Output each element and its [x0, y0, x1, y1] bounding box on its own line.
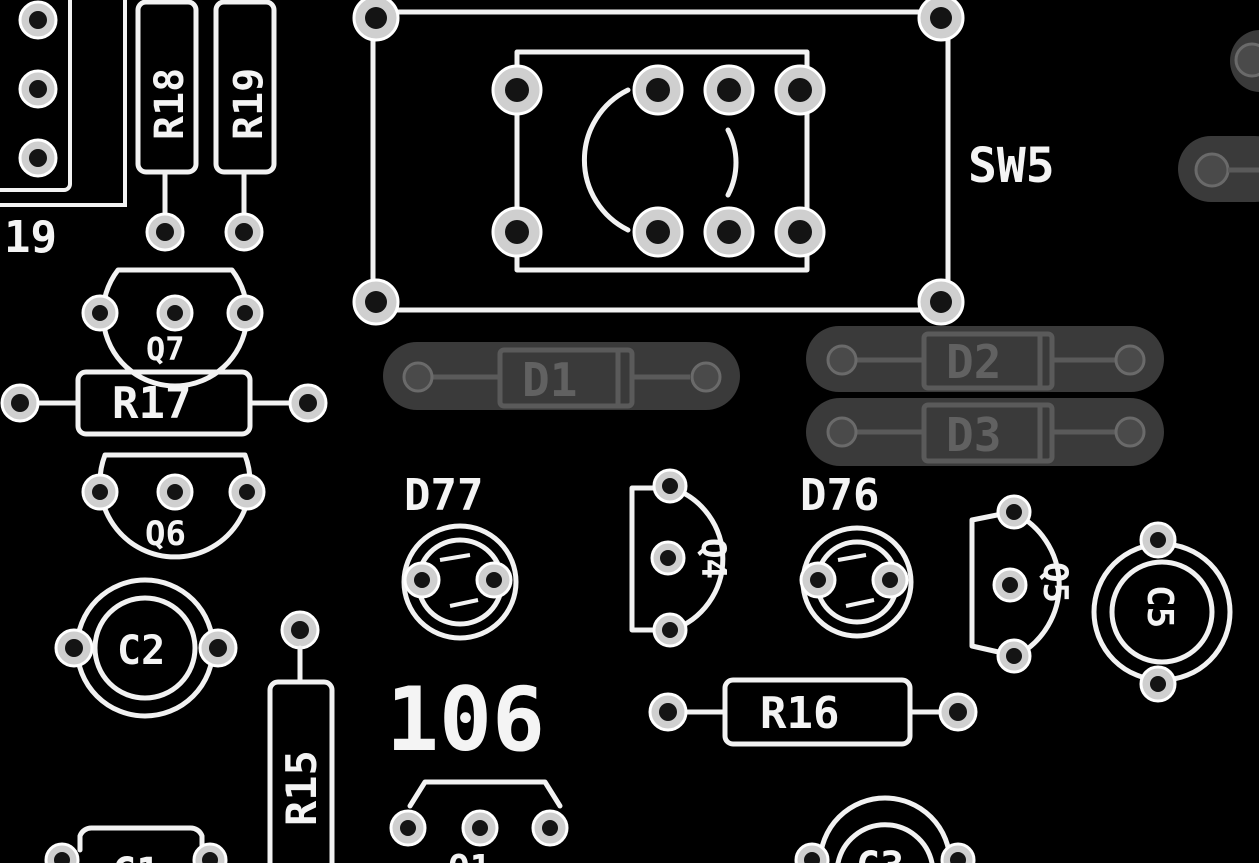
transistor-pad [226, 294, 264, 332]
label-c1: C1 [112, 850, 160, 863]
capacitor-pad [1139, 521, 1177, 559]
capacitor-pad [54, 628, 94, 668]
pin-header-pad [18, 138, 58, 178]
resistor-r15: R15 [267, 610, 335, 863]
pin-header-pad [18, 0, 58, 40]
resistor-r19: R19 [213, 0, 277, 252]
switch-mount-pad [917, 278, 965, 326]
resistor-pad [648, 692, 688, 732]
label-d76: D76 [800, 470, 879, 521]
label-sw5: SW5 [968, 138, 1055, 194]
switch-pin-pad [491, 64, 543, 116]
switch-pin-pad [703, 64, 755, 116]
transistor-pad [996, 638, 1032, 674]
resistor-r17: R17 [0, 369, 328, 437]
transistor-pad [228, 473, 266, 511]
label-d3: D3 [946, 408, 1001, 462]
diode-d3-ghost: D3 [806, 398, 1164, 466]
label-r16: R16 [760, 688, 839, 739]
switch-pin-pad [774, 206, 826, 258]
capacitor-c5: C5 [1091, 521, 1233, 703]
transistor-pad [996, 494, 1032, 530]
led-pad [799, 561, 837, 599]
label-19: 19 [4, 212, 57, 263]
ghost-part-edge-lower [1178, 136, 1259, 202]
label-q4: Q4 [693, 538, 733, 579]
resistor-r16: R16 [648, 677, 978, 747]
switch-mount-pad [917, 0, 965, 42]
label-r19: R19 [226, 68, 272, 140]
transistor-pad [81, 294, 119, 332]
switch-pin-pad [632, 206, 684, 258]
transistor-pad [652, 468, 688, 504]
transistor-q7: Q7 [81, 267, 264, 389]
switch-pin-pad [774, 64, 826, 116]
diode-d1-ghost: D1 [383, 342, 740, 410]
label-r15: R15 [277, 750, 326, 826]
switch-pin-pad [632, 64, 684, 116]
pin-header-partial [0, 0, 127, 207]
transistor-pad [652, 612, 688, 648]
resistor-pad [288, 383, 328, 423]
label-c5: C5 [1139, 585, 1180, 628]
capacitor-c2: C2 [54, 577, 238, 719]
switch-mount-pad [352, 0, 400, 42]
led-pad [475, 561, 513, 599]
ghost-part-edge-upper [1230, 30, 1259, 92]
label-q5: Q5 [1035, 562, 1075, 603]
label-106: 106 [386, 668, 545, 771]
label-c2: C2 [117, 628, 165, 674]
resistor-pad [0, 383, 40, 423]
label-c3: C3 [856, 844, 904, 863]
switch-pin-pad [703, 206, 755, 258]
transistor-pad [81, 473, 119, 511]
transistor-pad [461, 809, 499, 847]
label-q7: Q7 [146, 330, 185, 368]
pcb-silkscreen-board: 19 R18 R19 SW5 Q7 R17 D1 D2 D3 Q6 C2 D77… [0, 0, 1259, 863]
label-d2: D2 [946, 335, 1001, 389]
label-d1: D1 [522, 353, 577, 407]
transistor-pad [531, 809, 569, 847]
switch-sw5 [352, 0, 965, 326]
switch-mount-pad [352, 278, 400, 326]
resistor-pad [938, 692, 978, 732]
resistor-r18: R18 [135, 0, 199, 252]
label-r17: R17 [112, 378, 191, 429]
capacitor-pad [1139, 665, 1177, 703]
label-d77: D77 [404, 470, 483, 521]
pin-header-pad [18, 69, 58, 109]
diode-d2-ghost: D2 [806, 326, 1164, 392]
capacitor-c1: C1 [44, 825, 228, 863]
led-d76 [799, 525, 914, 639]
transistor-pad [650, 540, 686, 576]
label-q6: Q6 [145, 514, 186, 554]
transistor-q1: Q1 [389, 779, 569, 863]
capacitor-c3: C3 [794, 795, 976, 863]
led-d77 [401, 523, 519, 641]
resistor-pad [280, 610, 320, 650]
led-pad [871, 561, 909, 599]
switch-pin-pad [491, 206, 543, 258]
label-q1: Q1 [448, 848, 491, 863]
label-r18: R18 [147, 68, 193, 140]
transistor-pad [156, 473, 194, 511]
transistor-pad [156, 294, 194, 332]
transistor-q5: Q5 [969, 494, 1075, 674]
transistor-q4: Q4 [629, 468, 733, 648]
led-pad [403, 561, 441, 599]
capacitor-pad [198, 628, 238, 668]
transistor-q6: Q6 [81, 452, 266, 560]
transistor-pad [389, 809, 427, 847]
transistor-pad [992, 567, 1028, 603]
